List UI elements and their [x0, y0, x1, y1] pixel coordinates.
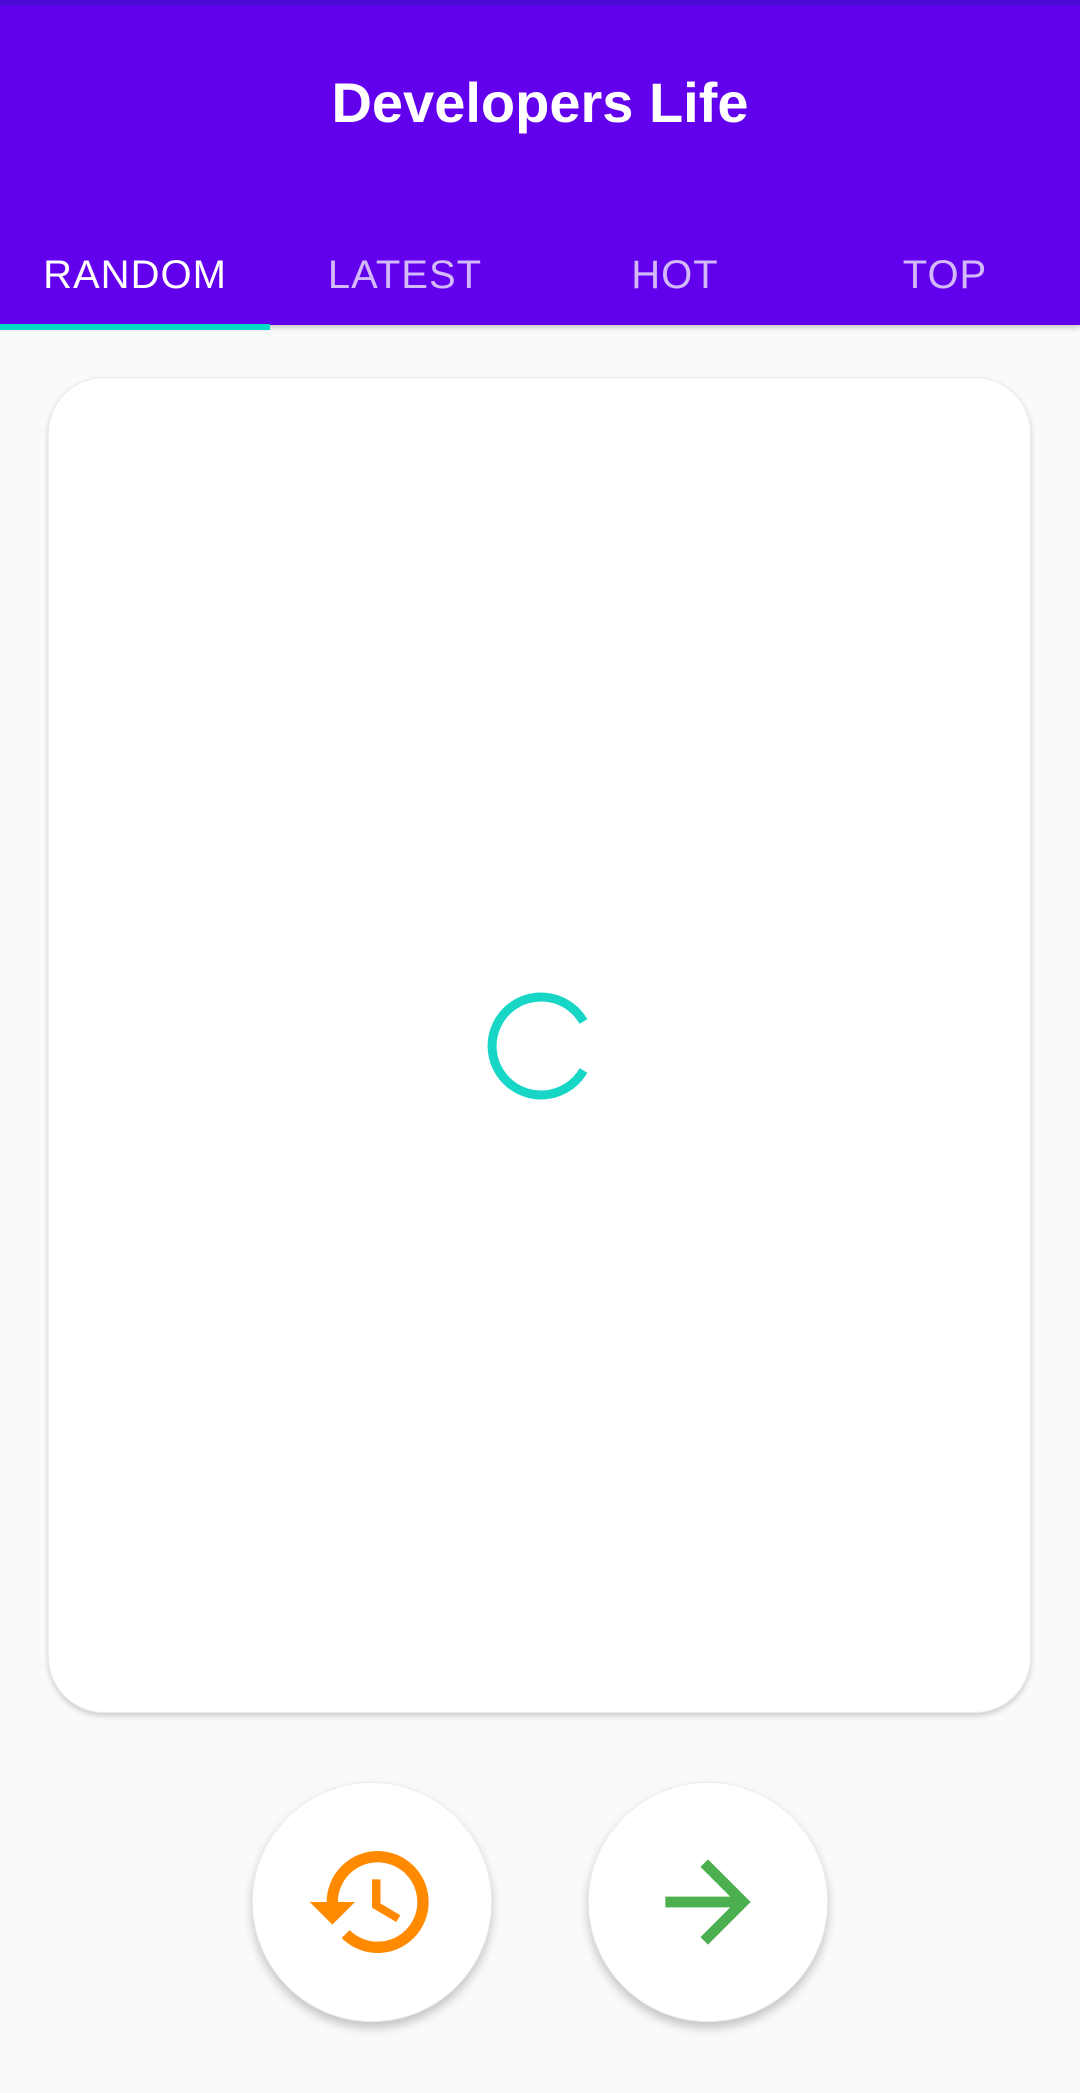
tab-top[interactable]: TOP [810, 220, 1080, 330]
tab-label: TOP [902, 252, 988, 297]
tab-indicator [0, 324, 270, 330]
app-bar: Developers Life RANDOM LATEST HOT TOP [0, 0, 1080, 330]
tab-label: LATEST [327, 252, 483, 297]
tab-bar: RANDOM LATEST HOT TOP [0, 220, 1080, 330]
back-button[interactable] [252, 1782, 492, 2022]
tab-hot[interactable]: HOT [540, 220, 810, 330]
tab-latest[interactable]: LATEST [270, 220, 540, 330]
arrow-forward-icon [665, 1859, 751, 1945]
tab-random[interactable]: RANDOM [0, 220, 270, 330]
progress-spinner-icon [487, 992, 588, 1100]
history-icon [309, 1851, 429, 1953]
gif-card [48, 377, 1031, 1713]
next-button[interactable] [588, 1782, 828, 2022]
tab-label: HOT [631, 252, 719, 297]
app-title: Developers Life [331, 71, 749, 134]
tab-label: RANDOM [43, 252, 227, 297]
